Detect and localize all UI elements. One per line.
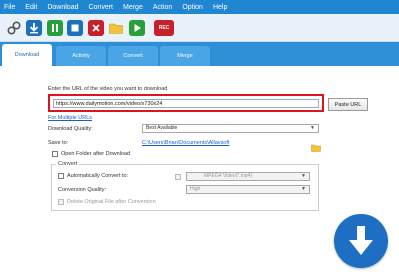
tab-download[interactable]: Download	[2, 44, 52, 66]
convert-group-title: Convert	[56, 161, 80, 167]
save-to-label: Save to:	[48, 140, 69, 146]
pause-icon[interactable]	[47, 20, 63, 36]
menu-download[interactable]: Download	[47, 4, 78, 11]
play-icon[interactable]	[129, 20, 145, 36]
conversion-quality-label: Conversion Quality:	[58, 187, 106, 193]
link-icon[interactable]	[6, 20, 22, 36]
stop-icon[interactable]	[67, 20, 83, 36]
menu-help[interactable]: Help	[213, 4, 227, 11]
download-quality-label: Download Quality:	[48, 126, 93, 132]
menu-bar: File Edit Download Convert Merge Action …	[0, 0, 399, 14]
menu-action[interactable]: Action	[153, 4, 172, 11]
save-path-link[interactable]: C:\Users\Brian\Documents\Allavsoft	[142, 140, 229, 146]
menu-file[interactable]: File	[4, 4, 15, 11]
tab-activity[interactable]: Activity	[56, 46, 106, 66]
download-icon[interactable]	[26, 20, 42, 36]
tab-download-label: Download	[14, 52, 40, 58]
record-label: REC	[158, 25, 170, 31]
url-prompt: Enter the URL of the video you want to d…	[48, 86, 168, 92]
tab-merge-label: Merge	[177, 53, 193, 59]
download-button[interactable]	[334, 214, 388, 268]
auto-convert-label: Automatically Convert to:	[67, 173, 129, 179]
delete-original-checkbox[interactable]	[58, 199, 64, 205]
url-input[interactable]	[53, 99, 319, 108]
tab-convert-label: Convert	[123, 53, 143, 59]
tab-convert[interactable]: Convert	[108, 46, 158, 66]
menu-edit[interactable]: Edit	[25, 4, 37, 11]
folder-icon[interactable]	[108, 20, 124, 36]
multiple-urls-link[interactable]: For Multiple URLs	[48, 115, 92, 121]
menu-convert[interactable]: Convert	[88, 4, 113, 11]
delete-icon[interactable]	[88, 20, 104, 36]
menu-merge[interactable]: Merge	[123, 4, 143, 11]
chevron-down-icon: ▼	[310, 125, 315, 131]
download-quality-select[interactable]: Best Available ▼	[142, 124, 319, 133]
convert-format-select[interactable]: MPEG4 Video(*.mp4) ▼	[186, 172, 310, 181]
chevron-down-icon: ▼	[301, 186, 306, 192]
url-highlight-box	[48, 94, 324, 112]
toolbar: REC	[0, 14, 399, 42]
tab-merge[interactable]: Merge	[160, 46, 210, 66]
auto-convert-checkbox[interactable]	[58, 173, 64, 179]
paste-url-button[interactable]: Paste URL	[328, 98, 368, 111]
open-folder-checkbox[interactable]	[52, 151, 58, 157]
convert-format-value: MPEG4 Video(*.mp4)	[204, 173, 252, 179]
tab-strip: Download Activity Convert Merge	[0, 42, 399, 66]
conversion-quality-value: High	[190, 186, 201, 192]
conversion-quality-select[interactable]: High ▼	[186, 185, 310, 194]
download-arrow-icon	[349, 226, 373, 255]
format-icon	[175, 174, 181, 180]
chevron-down-icon: ▼	[301, 173, 306, 179]
browse-folder-icon[interactable]	[311, 139, 321, 157]
open-folder-label: Open Folder after Download	[61, 151, 131, 157]
menu-option[interactable]: Option	[182, 4, 203, 11]
download-quality-value: Best Available	[146, 125, 178, 131]
record-button[interactable]: REC	[154, 20, 174, 36]
tab-activity-label: Activity	[72, 53, 90, 59]
delete-original-label: Delete Original File after Conversion	[67, 199, 156, 205]
paste-url-label: Paste URL	[334, 101, 362, 108]
